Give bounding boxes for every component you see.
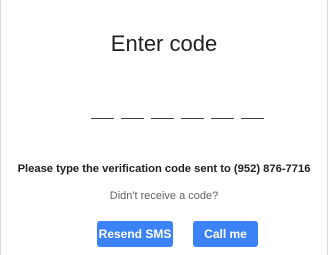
- verification-instruction: Please type the verification code sent t…: [17, 163, 311, 175]
- code-digit-5[interactable]: [211, 106, 234, 119]
- dialog-title: Enter code: [110, 31, 218, 56]
- code-digit-1[interactable]: [91, 106, 114, 119]
- verification-dialog: Enter code Please type the verification …: [0, 0, 328, 255]
- resend-sms-button[interactable]: Resend SMS: [97, 221, 173, 247]
- call-me-button[interactable]: Call me: [193, 221, 258, 247]
- code-digit-2[interactable]: [121, 106, 144, 119]
- code-digit-3[interactable]: [151, 106, 174, 119]
- code-digit-6[interactable]: [241, 106, 264, 119]
- code-input-group[interactable]: [91, 106, 271, 120]
- no-code-prompt: Didn't receive a code?: [109, 190, 219, 202]
- code-digit-4[interactable]: [181, 106, 204, 119]
